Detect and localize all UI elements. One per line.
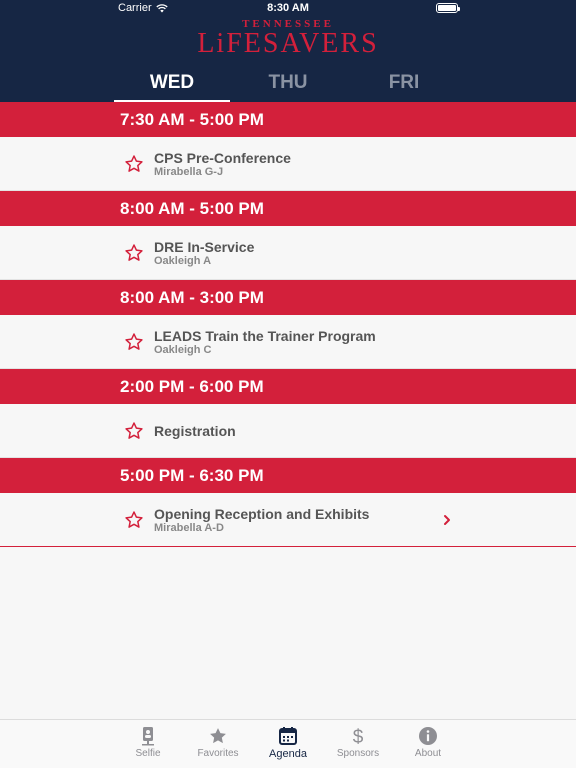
- favorite-star-icon[interactable]: [124, 154, 144, 174]
- session-title: CPS Pre-Conference: [154, 149, 291, 166]
- session-location: Mirabella A-D: [154, 521, 224, 534]
- favorite-star-icon[interactable]: [124, 421, 144, 441]
- favorite-star-icon[interactable]: [124, 243, 144, 263]
- tab-label: Sponsors: [336, 748, 380, 759]
- time-slot-header: 8:00 AM - 3:00 PM: [0, 280, 576, 315]
- time-slot-header: 2:00 PM - 6:00 PM: [0, 369, 576, 404]
- dollar-icon: $: [353, 727, 364, 746]
- selfie-icon: [142, 727, 154, 746]
- favorite-star-icon[interactable]: [124, 510, 144, 530]
- tab-selfie[interactable]: Selfie: [113, 726, 183, 759]
- session-row[interactable]: Opening Reception and Exhibits Mirabella…: [0, 493, 576, 547]
- info-icon: [419, 727, 437, 745]
- tab-label: Favorites: [197, 748, 239, 759]
- session-title: LEADS Train the Trainer Program: [154, 327, 376, 344]
- session-row[interactable]: Registration: [0, 404, 576, 458]
- session-row[interactable]: DRE In-Service Oakleigh A: [0, 226, 576, 280]
- day-tabs: WED THU FRI: [114, 66, 462, 102]
- tab-label: About: [414, 748, 442, 759]
- tab-fri[interactable]: FRI: [346, 66, 462, 102]
- app-header: Carrier 8:30 AM TENNESSEE LiFESAVERS WED…: [0, 0, 576, 102]
- session-location: Oakleigh A: [154, 254, 212, 267]
- chevron-right-icon[interactable]: [441, 512, 453, 528]
- event-logo: TENNESSEE LiFESAVERS: [0, 18, 576, 58]
- battery-icon: [436, 3, 460, 13]
- svg-text:$: $: [353, 727, 364, 746]
- session-row[interactable]: CPS Pre-Conference Mirabella G-J: [0, 137, 576, 191]
- time-slot-header: 8:00 AM - 5:00 PM: [0, 191, 576, 226]
- star-icon: [210, 728, 226, 744]
- tab-label: Selfie: [135, 748, 161, 759]
- bottom-tab-bar: Selfie Favorites Agenda $ Sponsors About: [0, 719, 576, 768]
- session-location: Oakleigh C: [154, 343, 212, 356]
- tab-about[interactable]: About: [393, 726, 463, 759]
- logo-main-text: LiFESAVERS: [197, 28, 379, 59]
- time-slot-header: 5:00 PM - 6:30 PM: [0, 458, 576, 493]
- calendar-icon: [279, 727, 297, 745]
- agenda-list: 7:30 AM - 5:00 PM CPS Pre-Conference Mir…: [0, 102, 576, 547]
- tab-agenda[interactable]: Agenda: [253, 726, 323, 760]
- status-time: 8:30 AM: [267, 2, 309, 14]
- tab-thu[interactable]: THU: [230, 66, 346, 102]
- status-bar: Carrier 8:30 AM: [0, 0, 576, 18]
- tab-favorites[interactable]: Favorites: [183, 726, 253, 759]
- tab-wed[interactable]: WED: [114, 66, 230, 102]
- session-title: DRE In-Service: [154, 238, 255, 255]
- favorite-star-icon[interactable]: [124, 332, 144, 352]
- session-title: Opening Reception and Exhibits: [154, 505, 370, 522]
- tab-sponsors[interactable]: $ Sponsors: [323, 726, 393, 759]
- session-title: Registration: [154, 423, 236, 439]
- session-row[interactable]: LEADS Train the Trainer Program Oakleigh…: [0, 315, 576, 369]
- session-location: Mirabella G-J: [154, 165, 224, 178]
- time-slot-header: 7:30 AM - 5:00 PM: [0, 102, 576, 137]
- tab-label: Agenda: [269, 748, 307, 760]
